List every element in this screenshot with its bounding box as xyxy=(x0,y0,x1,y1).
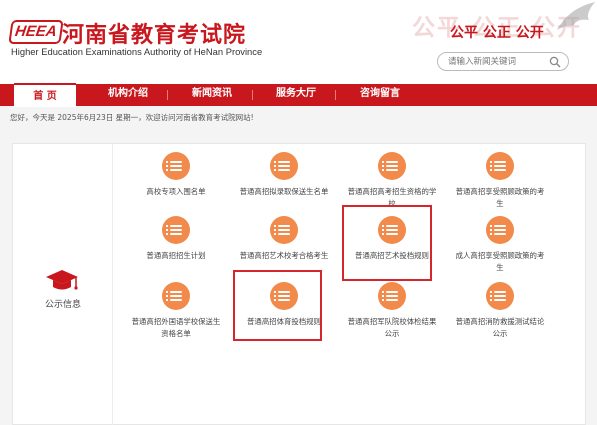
site-subtitle: Higher Education Examinations Authority … xyxy=(11,46,263,57)
list-icon xyxy=(270,152,298,180)
list-item[interactable]: 普通高招享受照顾政策的考生 xyxy=(447,152,553,210)
nav-divider xyxy=(167,90,168,100)
highlight-box xyxy=(233,270,322,341)
list-icon xyxy=(486,216,514,244)
list-icon xyxy=(162,152,190,180)
site-header: 公平 公正 公开 HEEA 河南省教育考试院 Higher Education … xyxy=(0,0,597,84)
list-item-label: 普通高招拟录取保送生名单 xyxy=(239,187,329,196)
list-item-label: 普通高招军队院校体检结果公示 xyxy=(347,317,437,338)
list-item-label: 普通高招艺术校考合格考生 xyxy=(239,251,329,260)
search-icon[interactable] xyxy=(549,56,561,68)
list-item[interactable]: 高校专项入围名单 xyxy=(123,152,229,198)
site-title: 河南省教育考试院 xyxy=(62,23,247,48)
nav-divider xyxy=(335,90,336,100)
category-label: 公示信息 xyxy=(44,300,81,310)
nav-news[interactable]: 新闻资讯 xyxy=(182,84,242,106)
list-item[interactable]: 普通高招招生计划 xyxy=(123,216,229,262)
list-icon xyxy=(378,152,406,180)
slogan: 公平 公正 公开 xyxy=(450,25,544,41)
list-icon xyxy=(378,282,406,310)
list-item-label: 成人高招享受照顾政策的考生 xyxy=(455,251,545,272)
list-icon xyxy=(162,216,190,244)
nav-home[interactable]: 首 页 xyxy=(14,83,76,107)
list-item-label: 普通高招享受照顾政策的考生 xyxy=(455,187,545,208)
site-logo[interactable]: HEEA xyxy=(8,20,64,44)
list-item-label: 普通高招消防救援测试结论公示 xyxy=(455,317,545,338)
search-box xyxy=(437,52,569,71)
list-item[interactable]: 普通高招艺术校考合格考生 xyxy=(231,216,337,262)
list-item[interactable]: 普通高招高考招生资格的学校 xyxy=(339,152,445,210)
list-item[interactable]: 普通高招消防救援测试结论公示 xyxy=(447,282,553,340)
list-icon xyxy=(270,216,298,244)
nav-consult[interactable]: 咨询留言 xyxy=(350,84,410,106)
search-input[interactable] xyxy=(448,55,548,69)
list-icon xyxy=(486,152,514,180)
highlight-box xyxy=(342,205,432,281)
list-icon xyxy=(162,282,190,310)
nav-divider xyxy=(252,90,253,100)
list-item[interactable]: 普通高招外国语学校保送生资格名单 xyxy=(123,282,229,340)
list-item-label: 普通高招招生计划 xyxy=(146,251,206,260)
welcome-dateline: 您好，今天是 2025年6月23日 星期一，欢迎访问河南省教育考试院网站! xyxy=(10,113,254,122)
list-item[interactable]: 成人高招享受照顾政策的考生 xyxy=(447,216,553,274)
category-sidebar: 公示信息 xyxy=(13,144,113,425)
list-item-label: 高校专项入围名单 xyxy=(146,187,206,196)
nav-services[interactable]: 服务大厅 xyxy=(266,84,326,106)
list-item[interactable]: 普通高招军队院校体检结果公示 xyxy=(339,282,445,340)
eagle-icon xyxy=(557,2,595,30)
graduation-cap-icon xyxy=(46,270,78,290)
list-item-label: 普通高招外国语学校保送生资格名单 xyxy=(131,317,221,338)
nav-about[interactable]: 机构介绍 xyxy=(98,84,158,106)
main-nav: 首 页 机构介绍 新闻资讯 服务大厅 咨询留言 xyxy=(0,83,597,107)
list-icon xyxy=(486,282,514,310)
list-item[interactable]: 普通高招拟录取保送生名单 xyxy=(231,152,337,198)
